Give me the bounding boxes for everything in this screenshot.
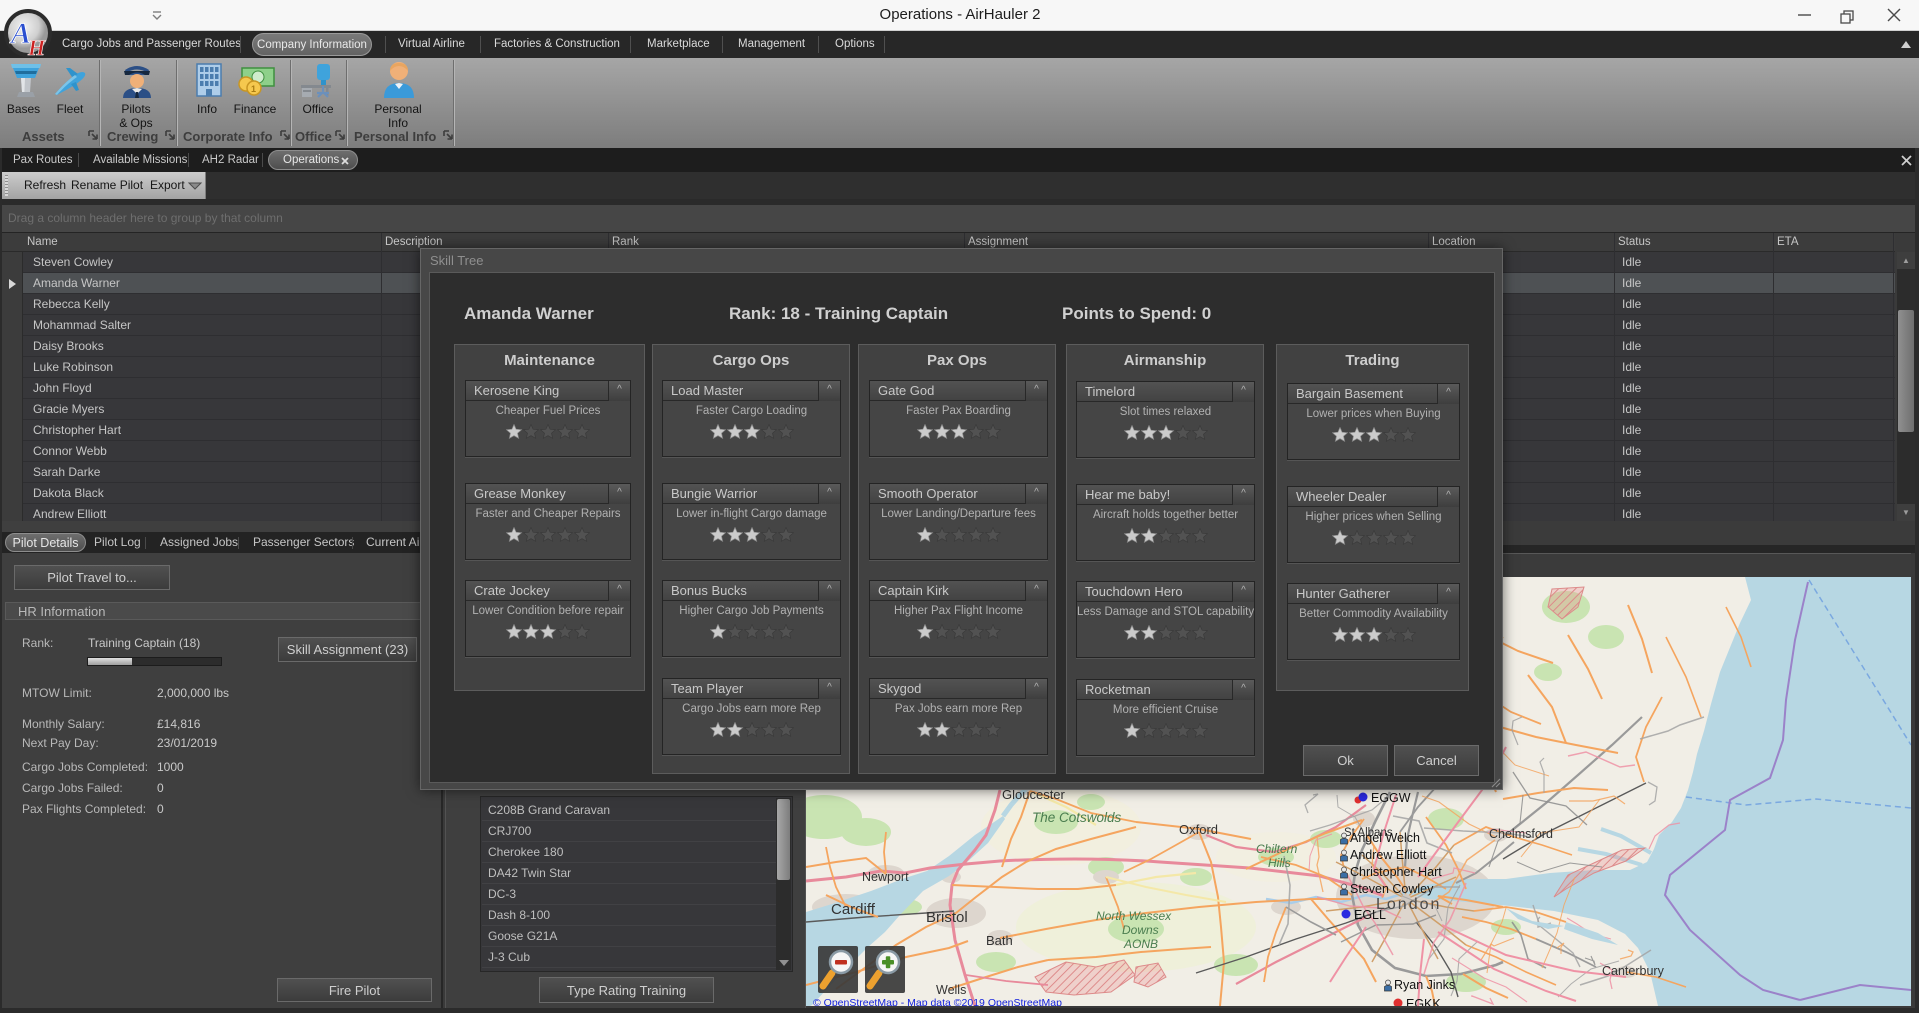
svg-text:Downs: Downs [1122, 923, 1159, 937]
svg-text:AONB: AONB [1123, 937, 1158, 951]
svg-text:North Wessex: North Wessex [1096, 909, 1172, 923]
svg-text:EGKK: EGKK [1406, 997, 1441, 1006]
svg-text:Christopher Hart: Christopher Hart [1350, 865, 1442, 879]
svg-text:Chiltern: Chiltern [1256, 842, 1298, 856]
svg-text:Andrew Elliott: Andrew Elliott [1350, 848, 1427, 862]
svg-text:Ryan Jinks: Ryan Jinks [1394, 978, 1455, 992]
svg-text:Newport: Newport [862, 870, 909, 884]
svg-text:1: 1 [251, 84, 256, 94]
svg-text:The Cotswolds: The Cotswolds [1032, 810, 1122, 825]
svg-text:Angel Welch: Angel Welch [1350, 831, 1420, 845]
svg-text:Chelmsford: Chelmsford [1489, 827, 1553, 841]
svg-text:Wells: Wells [936, 983, 966, 997]
svg-text:Cardiff: Cardiff [831, 901, 876, 918]
svg-text:Bath: Bath [986, 933, 1013, 948]
svg-text:Canterbury: Canterbury [1602, 964, 1665, 978]
svg-text:© OpenStreetMap - Map data ©20: © OpenStreetMap - Map data ©2019 OpenStr… [813, 997, 1062, 1006]
svg-text:EGGW: EGGW [1371, 791, 1411, 805]
svg-text:H: H [27, 35, 46, 59]
svg-text:Steven Cowley: Steven Cowley [1350, 882, 1434, 896]
svg-text:Hills: Hills [1268, 856, 1291, 870]
svg-text:EGLL: EGLL [1354, 908, 1386, 922]
svg-text:Bristol: Bristol [926, 909, 968, 926]
svg-text:Oxford: Oxford [1179, 822, 1218, 837]
